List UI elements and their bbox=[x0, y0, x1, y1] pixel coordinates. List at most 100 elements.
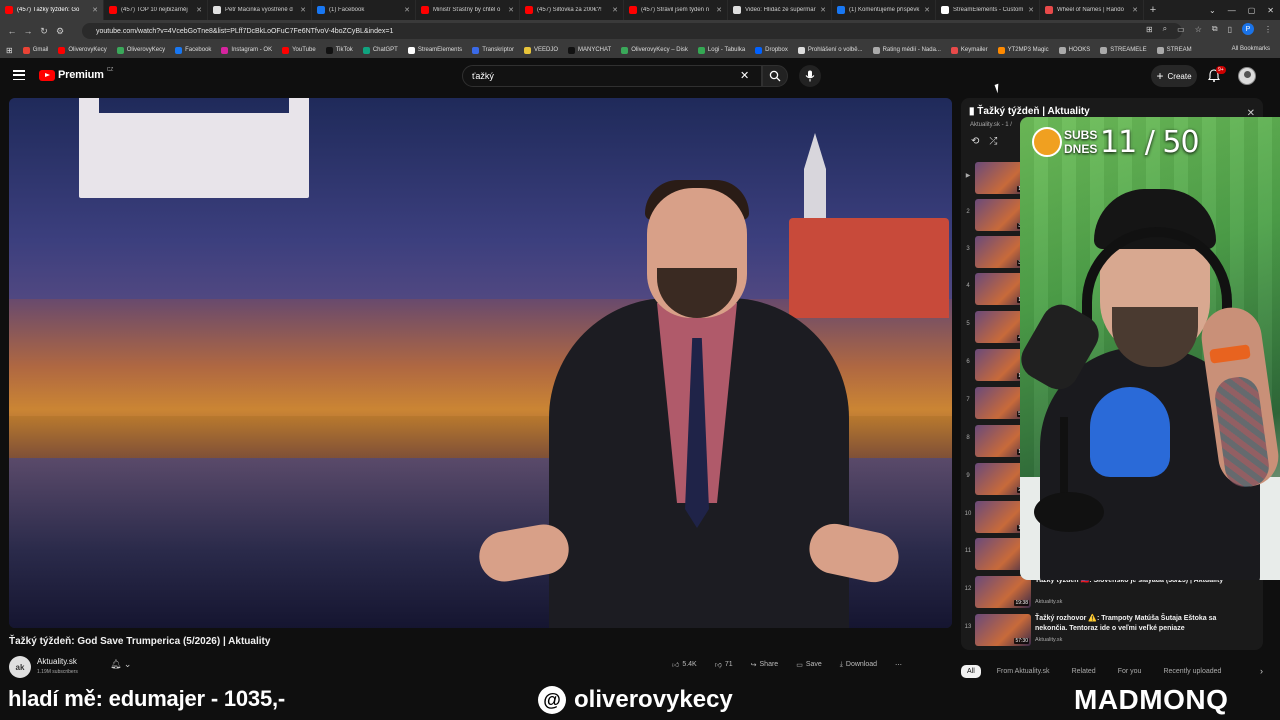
browser-tab[interactable]: (457) TOP 10 nejbizarněj ✕ bbox=[104, 0, 208, 20]
bookmark-item[interactable]: STREAM bbox=[1156, 46, 1192, 54]
maximize-button[interactable]: ▢ bbox=[1248, 6, 1256, 15]
bookmark-item[interactable]: YouTube bbox=[282, 46, 316, 54]
new-tab-button[interactable]: + bbox=[1144, 4, 1162, 16]
browser-tab[interactable]: Video: Hlídač ze supermar ✕ bbox=[728, 0, 832, 20]
browser-tab[interactable]: Petr Macinka vyostřeně d ✕ bbox=[208, 0, 312, 20]
tab-close-icon[interactable]: ✕ bbox=[300, 6, 306, 14]
browser-tab[interactable]: (1) Komentujeme příspěvk ✕ bbox=[832, 0, 936, 20]
shuffle-icon[interactable]: ⤮ bbox=[989, 136, 997, 147]
menu-hamburger-icon[interactable] bbox=[13, 70, 25, 80]
browser-tab[interactable]: Ministr Šťastný by chtěl o ✕ bbox=[416, 0, 520, 20]
voice-search-button[interactable] bbox=[799, 65, 821, 87]
more-actions-button[interactable]: ⋯ bbox=[891, 658, 906, 671]
bookmark-item[interactable]: HOOKS bbox=[1058, 46, 1090, 54]
zoom-icon[interactable]: ⌕ bbox=[1163, 24, 1167, 34]
bookmark-label: Prohlášení o volbě... bbox=[807, 47, 863, 53]
filter-chip[interactable]: Related bbox=[1066, 665, 1102, 678]
forward-icon[interactable]: → bbox=[20, 26, 36, 36]
filter-chip[interactable]: For you bbox=[1112, 665, 1148, 678]
tab-favicon-icon bbox=[837, 6, 845, 14]
playlist-title[interactable]: ▮ Ťažký týždeň | Aktuality bbox=[969, 106, 1090, 117]
profile-avatar[interactable]: P bbox=[1242, 23, 1254, 35]
bookmark-star-icon[interactable]: ☆ bbox=[1195, 25, 1202, 34]
account-avatar[interactable] bbox=[1238, 67, 1256, 85]
browser-tab[interactable]: (457) Ťažký týždeň: Go ✕ bbox=[0, 0, 104, 20]
like-button[interactable]: 👍︎ 5.4K bbox=[668, 658, 701, 671]
tab-close-icon[interactable]: ✕ bbox=[924, 6, 930, 14]
channel-name[interactable]: Aktuality.sk bbox=[37, 657, 77, 666]
tab-close-icon[interactable]: ✕ bbox=[404, 6, 410, 14]
bookmark-item[interactable]: Logi - Tabulka bbox=[697, 46, 745, 54]
tab-close-icon[interactable]: ✕ bbox=[1028, 6, 1034, 14]
bookmark-item[interactable]: Dropbox bbox=[755, 46, 788, 54]
tab-close-icon[interactable]: ✕ bbox=[612, 6, 618, 14]
browser-tab[interactable]: StreamElements - Custom ✕ bbox=[936, 0, 1040, 20]
filter-chip[interactable]: From Aktuality.sk bbox=[991, 665, 1056, 678]
video-player[interactable] bbox=[9, 98, 952, 628]
subscribed-bell-icon[interactable]: 🔔︎ ⌄ bbox=[110, 659, 131, 670]
share-button[interactable]: ↪ Share bbox=[747, 658, 783, 671]
tab-title: (1) Facebook bbox=[329, 7, 365, 13]
install-icon[interactable]: ⊞ bbox=[1146, 25, 1153, 34]
playlist-item[interactable]: 13 57:30 Ťažký rozhovor ⚠️: Trampoty Matúš… bbox=[961, 612, 1263, 648]
chevron-down-icon[interactable]: ⌄ bbox=[1209, 6, 1216, 15]
reload-icon[interactable]: ↻ bbox=[36, 26, 52, 37]
filter-chip[interactable]: Recently uploaded bbox=[1157, 665, 1227, 678]
search-input[interactable]: ťažký bbox=[462, 65, 762, 87]
tab-close-icon[interactable]: ✕ bbox=[508, 6, 514, 14]
browser-tab[interactable]: (457) Strávil jsem týden n ✕ bbox=[624, 0, 728, 20]
clear-search-icon[interactable]: ✕ bbox=[740, 69, 749, 82]
bookmark-item[interactable]: Keymailer bbox=[950, 46, 988, 54]
back-icon[interactable]: ← bbox=[4, 26, 20, 36]
tab-close-icon[interactable]: ✕ bbox=[196, 6, 202, 14]
bookmark-item[interactable]: Instagram - OK bbox=[221, 46, 272, 54]
download-button[interactable]: ⤓ Download bbox=[836, 658, 881, 671]
loop-icon[interactable]: ⟲ bbox=[971, 136, 979, 147]
bookmark-item[interactable]: Facebook bbox=[175, 46, 211, 54]
bookmark-item[interactable]: MANYCHAT bbox=[568, 46, 611, 54]
extensions-icon[interactable]: ⧉ bbox=[1212, 24, 1218, 34]
bookmark-item[interactable]: Transkriptor bbox=[472, 46, 514, 54]
tab-close-icon[interactable]: ✕ bbox=[1132, 6, 1138, 14]
apps-icon[interactable]: ⊞ bbox=[6, 46, 13, 55]
save-button[interactable]: ▭ Save bbox=[792, 658, 826, 671]
bookmark-favicon-icon bbox=[472, 46, 480, 54]
url-input[interactable]: youtube.com/watch?v=4VcebGoTne8&list=PLf… bbox=[82, 23, 1182, 39]
bookmark-item[interactable]: STREAMELE bbox=[1100, 46, 1147, 54]
channel-avatar[interactable]: ak bbox=[9, 656, 31, 678]
bookmark-item[interactable]: VEEDJO bbox=[523, 46, 558, 54]
bookmark-item[interactable]: OliverovyKecy bbox=[58, 46, 107, 54]
close-window-button[interactable]: ✕ bbox=[1267, 6, 1274, 15]
bookmark-item[interactable]: OliverovyKecy bbox=[116, 46, 165, 54]
sidepanel-icon[interactable]: ▯ bbox=[1228, 25, 1232, 34]
chevron-right-icon[interactable]: › bbox=[1260, 666, 1263, 676]
dislike-button[interactable]: 👎︎ 71 bbox=[711, 658, 737, 671]
bookmark-item[interactable]: Rating médií - Nada... bbox=[872, 46, 941, 54]
bookmark-item[interactable]: Prohlášení o volbě... bbox=[797, 46, 863, 54]
bookmark-item[interactable]: Gmail bbox=[22, 46, 48, 54]
playlist-item-duration: 57:30 bbox=[1014, 638, 1029, 644]
bookmark-item[interactable]: ChatGPT bbox=[362, 46, 398, 54]
browser-tab[interactable]: Wheel of Names | Rando ✕ bbox=[1040, 0, 1144, 20]
tune-icon[interactable]: ⚙ bbox=[52, 26, 68, 37]
bookmark-item[interactable]: TikTok bbox=[325, 46, 353, 54]
search-button[interactable] bbox=[762, 65, 788, 87]
create-button[interactable]: + Create bbox=[1151, 65, 1197, 87]
filter-chip[interactable]: All bbox=[961, 664, 981, 678]
cast-icon[interactable]: ▭ bbox=[1177, 25, 1185, 34]
tab-close-icon[interactable]: ✕ bbox=[92, 6, 98, 14]
youtube-premium-logo[interactable]: Premium CZ bbox=[39, 67, 114, 81]
bookmark-item[interactable]: YT2MP3 Magic bbox=[997, 46, 1049, 54]
browser-tab[interactable]: (1) Facebook ✕ bbox=[312, 0, 416, 20]
browser-tab[interactable]: (457) Šiltovka za 200€?! ✕ bbox=[520, 0, 624, 20]
bookmark-item[interactable]: StreamElements bbox=[407, 46, 462, 54]
minimize-button[interactable]: — bbox=[1228, 6, 1236, 15]
playlist-position: Aktuality.sk - 1 / bbox=[970, 122, 1012, 128]
menu-icon[interactable]: ⋮ bbox=[1264, 25, 1272, 34]
bookmark-item[interactable]: OliverovyKecy – Disk bbox=[621, 46, 688, 54]
tab-close-icon[interactable]: ✕ bbox=[820, 6, 826, 14]
all-bookmarks-button[interactable]: All Bookmarks bbox=[1232, 46, 1270, 52]
bookmark-label: STREAMELE bbox=[1110, 47, 1147, 53]
country-code: CZ bbox=[106, 67, 114, 73]
tab-close-icon[interactable]: ✕ bbox=[716, 6, 722, 14]
